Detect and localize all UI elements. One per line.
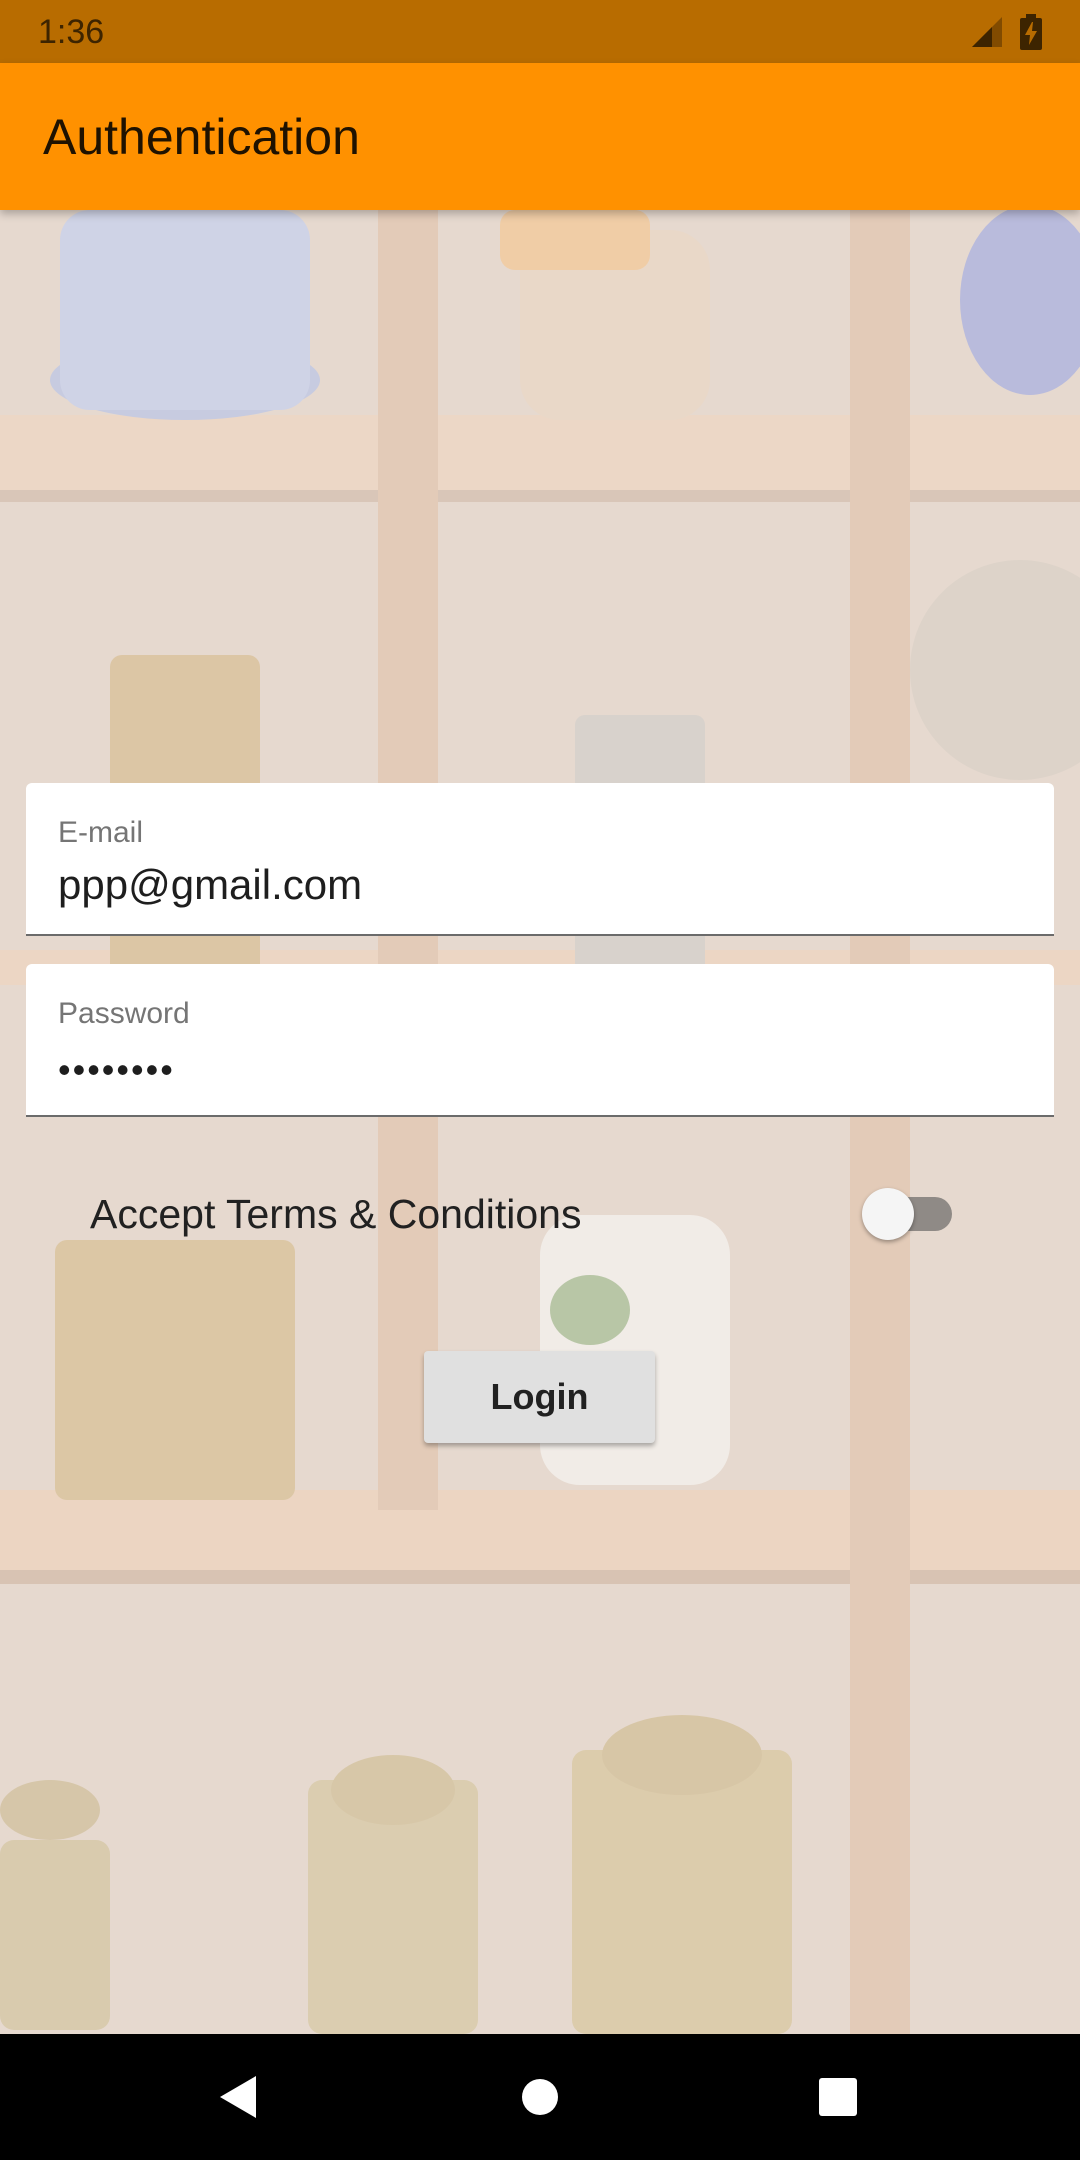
navigation-bar: [0, 2034, 1080, 2160]
recents-icon: [818, 2077, 858, 2117]
status-bar: 1:36: [0, 0, 1080, 63]
signal-icon: [970, 15, 1004, 49]
email-label: E-mail: [58, 816, 144, 849]
app-bar: Authentication: [0, 63, 1080, 210]
back-icon: [218, 2074, 258, 2120]
page-title: Authentication: [43, 109, 360, 165]
status-icons: [970, 14, 1042, 50]
status-time: 1:36: [38, 13, 105, 51]
switch-thumb: [862, 1188, 914, 1240]
home-button[interactable]: [480, 2034, 600, 2160]
terms-label: Accept Terms & Conditions: [90, 1191, 582, 1237]
password-label: Password: [58, 997, 190, 1030]
password-field[interactable]: Password ••••••••: [26, 964, 1054, 1117]
password-input[interactable]: ••••••••: [58, 1046, 1018, 1094]
home-icon: [521, 2078, 559, 2116]
terms-switch[interactable]: [862, 1186, 954, 1242]
battery-charging-icon: [1020, 14, 1042, 50]
terms-row: Accept Terms & Conditions: [90, 1186, 960, 1242]
back-button[interactable]: [178, 2034, 298, 2160]
background-image: [0, 210, 1080, 2034]
email-field[interactable]: E-mail ppp@gmail.com: [26, 783, 1054, 936]
email-input[interactable]: ppp@gmail.com: [58, 861, 1018, 909]
recents-button[interactable]: [778, 2034, 898, 2160]
login-button[interactable]: Login: [424, 1351, 655, 1443]
